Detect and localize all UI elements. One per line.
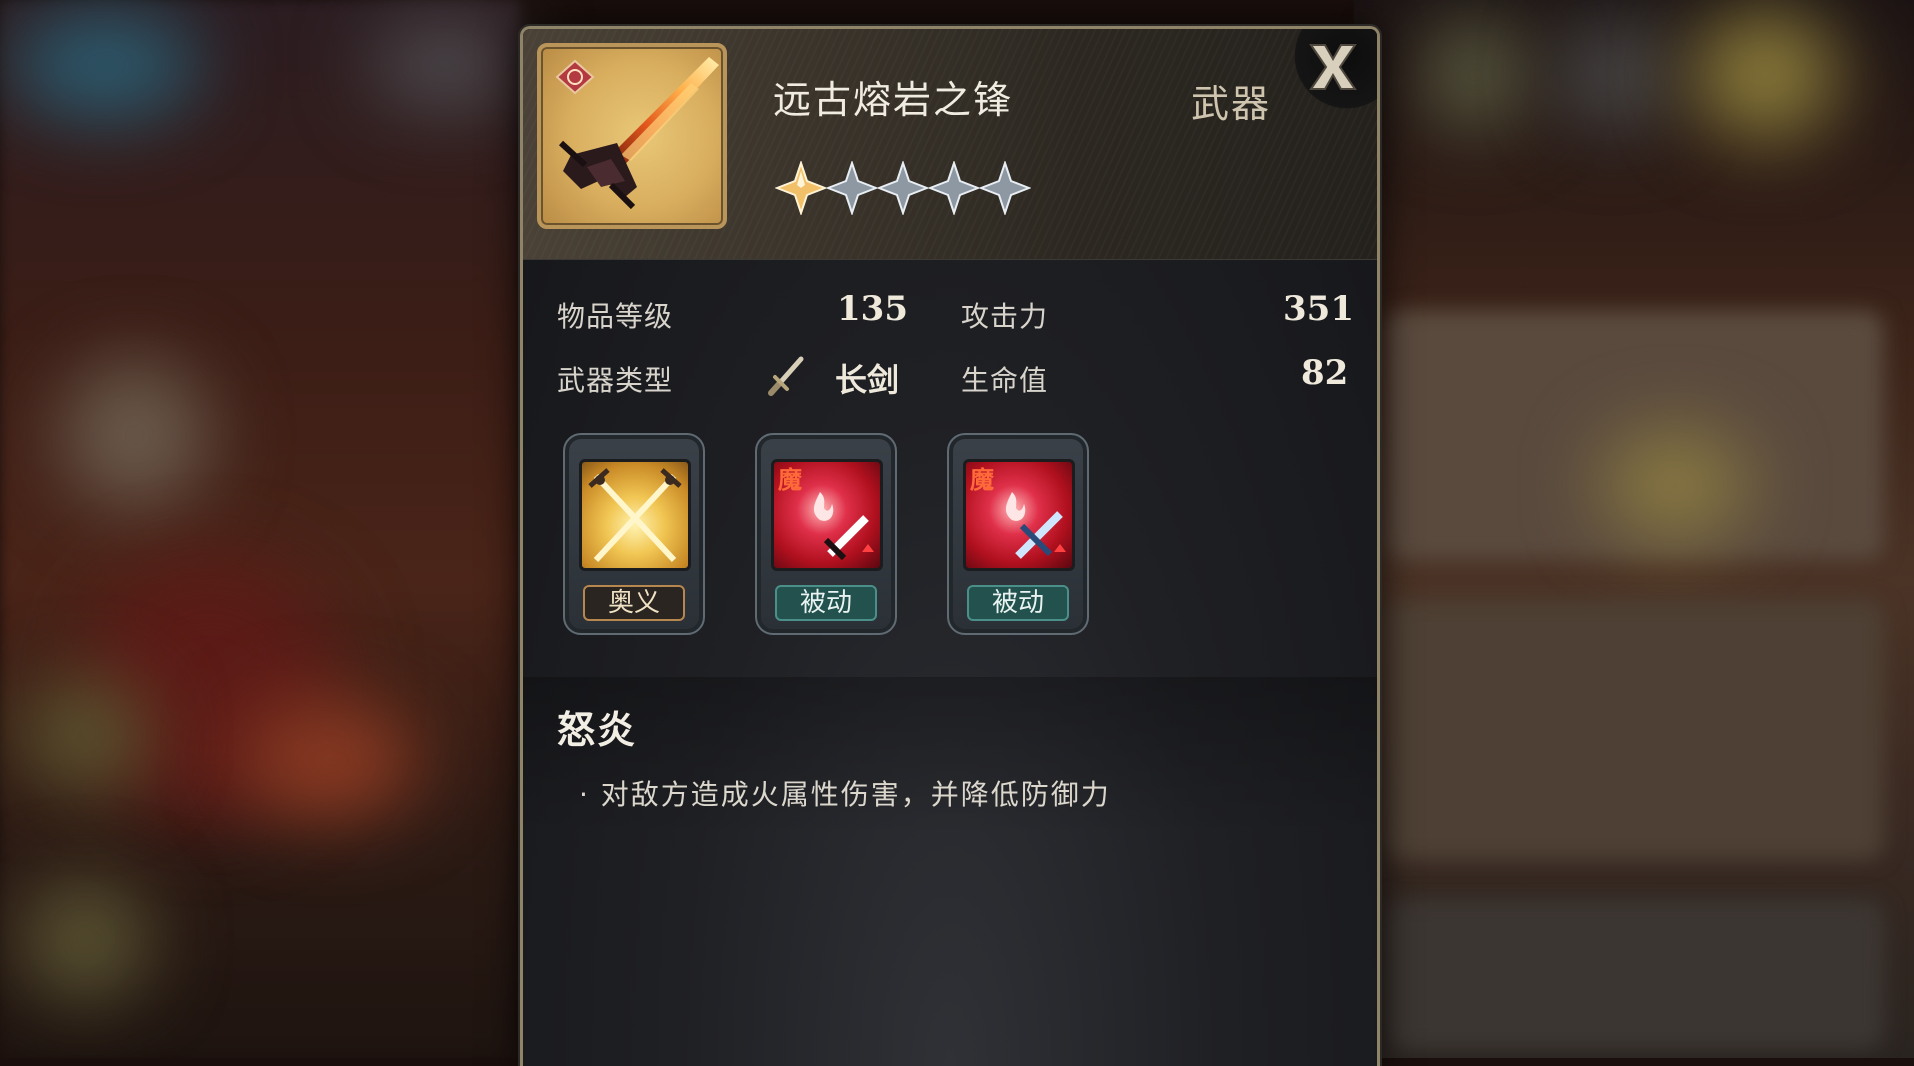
item-icon-frame[interactable] <box>537 43 727 229</box>
close-icon <box>1309 44 1357 90</box>
attack-label: 攻击力 <box>961 300 1049 333</box>
skill-tag-passive-1: 被动 <box>775 585 877 621</box>
attack-value: 351 <box>1283 289 1354 329</box>
lava-greatsword-icon <box>555 57 719 210</box>
item-level-value: 135 <box>837 289 908 329</box>
fire-dagger-buff-icon: 魔 <box>970 466 1066 559</box>
hp-value: 82 <box>1301 353 1349 393</box>
star-empty-icon <box>826 161 879 215</box>
item-level-label: 物品等级 <box>557 300 674 333</box>
item-name: 远古熔岩之锋 <box>773 78 1014 122</box>
weapon-type-value: 长剑 <box>835 361 900 399</box>
star-empty-icon <box>928 161 981 215</box>
skill-icon-frame: 魔 <box>963 459 1075 571</box>
hp-label: 生命值 <box>961 364 1049 397</box>
item-category: 武器 <box>1191 82 1272 126</box>
skill-name: 怒炎 <box>557 708 638 752</box>
skill-description: 怒炎 · 对敌方造成火属性伤害，并降低防御力 <box>523 677 1377 1066</box>
skill-slot-passive-2[interactable]: 魔 被动 <box>947 433 1089 635</box>
close-button[interactable] <box>1277 29 1377 119</box>
demon-badge: 魔 <box>778 466 802 494</box>
star-empty-icon <box>877 161 930 215</box>
demon-badge: 魔 <box>970 466 994 494</box>
longsword-icon <box>768 356 804 396</box>
skill-slot-passive-1[interactable]: 魔 被动 <box>755 433 897 635</box>
star-rating <box>775 161 1032 215</box>
weapon-type-label: 武器类型 <box>557 364 674 397</box>
skill-tag-passive-2: 被动 <box>967 585 1069 621</box>
skill-icon-frame <box>579 459 691 571</box>
skill-tag-ultimate: 奥义 <box>583 585 685 621</box>
skill-icon-frame: 魔 <box>771 459 883 571</box>
item-detail-panel: 远古熔岩之锋 武器 物品等级 135 攻击力 351 武器类型 长剑 生命值 8… <box>520 26 1380 1066</box>
fire-sword-buff-icon: 魔 <box>778 466 874 561</box>
skill-effect-text: · 对敌方造成火属性伤害，并降低防御力 <box>579 778 1111 811</box>
star-empty-icon <box>979 161 1032 215</box>
skill-slot-ultimate[interactable]: 奥义 <box>563 433 705 635</box>
star-filled-icon <box>775 161 827 215</box>
crossed-swords-icon <box>588 468 682 563</box>
item-header: 远古熔岩之锋 武器 <box>523 29 1377 260</box>
